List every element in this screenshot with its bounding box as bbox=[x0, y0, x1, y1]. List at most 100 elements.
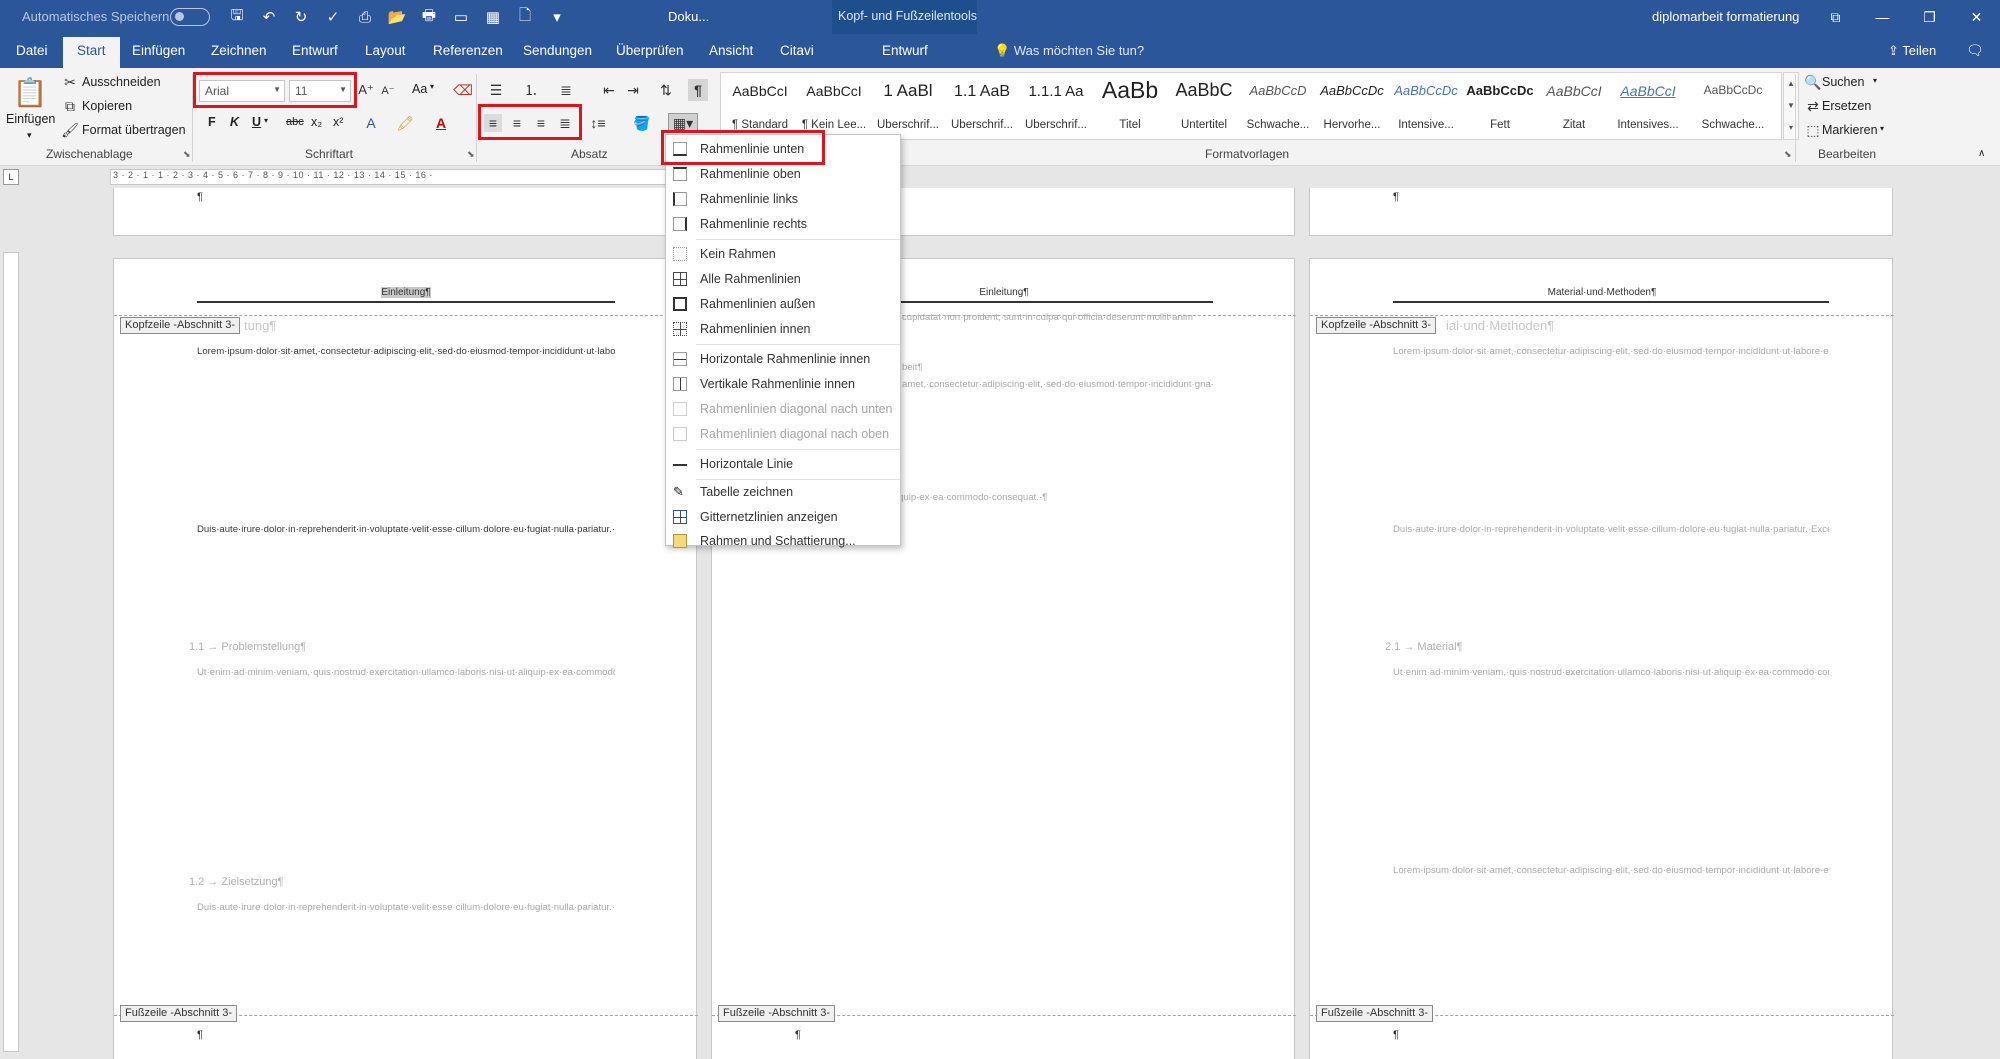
tab-ueberpruefen[interactable]: Überprüfen bbox=[616, 43, 684, 58]
tab-selector[interactable]: L bbox=[3, 169, 19, 185]
style-schwache-hervorhebung[interactable]: AaBbCcD Schwache... bbox=[1241, 73, 1315, 139]
styles-launcher-icon[interactable]: ⬊ bbox=[1784, 149, 1792, 160]
paste-icon[interactable]: 📋 bbox=[12, 74, 48, 110]
header-title[interactable]: Material·und·Methoden¶ bbox=[1310, 287, 1894, 298]
ribbon-display-icon[interactable]: ⧉ bbox=[1812, 0, 1859, 34]
style-fett[interactable]: AaBbCcDc Fett bbox=[1463, 73, 1537, 139]
superscript-button[interactable]: x² bbox=[333, 115, 343, 129]
style-intensive-hervorhebung[interactable]: AaBbCcDc Intensive... bbox=[1389, 73, 1463, 139]
undo-icon[interactable]: ↶ bbox=[257, 6, 281, 28]
tell-me-search[interactable]: 💡 Was möchten Sie tun? bbox=[994, 43, 1144, 59]
restore-icon[interactable]: ❐ bbox=[1906, 0, 1953, 34]
menu-item-left-border[interactable]: Rahmenlinie links bbox=[666, 187, 900, 212]
page-previous-left[interactable]: ¶ bbox=[113, 188, 697, 236]
qat-customize-icon[interactable]: ▾ bbox=[545, 6, 569, 28]
spellcheck-icon[interactable]: ✓ bbox=[321, 6, 345, 28]
body-paragraph[interactable]: Duis·aute·irure·dolor·in·reprehenderit·i… bbox=[197, 521, 615, 596]
underline-button[interactable]: U bbox=[252, 115, 261, 129]
menu-item-inside-vertical[interactable]: Vertikale Rahmenlinie innen bbox=[666, 372, 900, 397]
style-schwacher-verweis[interactable]: AaBbCcDc Schwache... bbox=[1685, 73, 1781, 139]
style-zitat[interactable]: AaBbCcI Zitat bbox=[1537, 73, 1611, 139]
collapse-ribbon-icon[interactable]: ∧ bbox=[1978, 148, 1985, 159]
format-painter-button[interactable]: Format übertragen bbox=[82, 123, 186, 137]
menu-item-all-borders[interactable]: Alle Rahmenlinien bbox=[666, 267, 900, 292]
style-heading-2[interactable]: 1.1 AaB Überschrif... bbox=[945, 73, 1019, 139]
autosave-toggle[interactable] bbox=[170, 8, 210, 26]
style-heading-3[interactable]: 1.1.1 Aa Überschrif... bbox=[1019, 73, 1093, 139]
numbering-icon[interactable]: ⒈ bbox=[522, 81, 540, 99]
text-effects-icon[interactable]: A bbox=[362, 114, 380, 132]
body-paragraph[interactable]: Duis·aute·irure·dolor·in·reprehenderit·i… bbox=[197, 899, 615, 993]
font-color-icon[interactable]: A bbox=[432, 114, 450, 132]
page-previous-right[interactable]: ¶ bbox=[1309, 188, 1893, 236]
comments-icon[interactable]: 🗨 bbox=[1966, 42, 1984, 59]
table-icon[interactable]: ▦ bbox=[481, 6, 505, 28]
body-paragraph[interactable]: Ut·enim·ad·minim·veniam,·quis·nostrud·ex… bbox=[197, 664, 615, 814]
menu-item-inside-borders[interactable]: Rahmenlinien innen bbox=[666, 317, 900, 342]
show-formatting-marks-icon[interactable]: ¶ bbox=[688, 79, 708, 101]
tab-einfuegen[interactable]: Einfügen bbox=[132, 43, 185, 58]
line-spacing-icon[interactable]: ↕≡ bbox=[588, 114, 608, 132]
layout-icon[interactable]: ▭ bbox=[449, 6, 473, 28]
print-preview-icon[interactable]: ⎙ bbox=[353, 6, 377, 28]
save-icon[interactable]: 🖫 bbox=[225, 6, 249, 28]
vertical-ruler[interactable] bbox=[3, 252, 19, 1052]
strikethrough-button[interactable]: abc bbox=[286, 116, 304, 128]
print-icon[interactable]: 🖶 bbox=[417, 6, 441, 28]
body-paragraph[interactable]: Lorem·ipsum·dolor·sit·amet,·consectetur·… bbox=[1393, 862, 1829, 994]
replace-button[interactable]: Ersetzen bbox=[1822, 99, 1871, 113]
select-button[interactable]: Markieren bbox=[1822, 123, 1878, 137]
style-titel[interactable]: AaBb Titel bbox=[1093, 73, 1167, 139]
cut-button[interactable]: Ausschneiden bbox=[82, 75, 161, 89]
decrease-indent-icon[interactable]: ⇤ bbox=[600, 81, 618, 99]
clear-formatting-icon[interactable]: ⌫ bbox=[453, 81, 473, 99]
menu-item-right-border[interactable]: Rahmenlinie rechts bbox=[666, 212, 900, 237]
tab-zeichnen[interactable]: Zeichnen bbox=[211, 43, 267, 58]
find-chevron-icon[interactable]: ▾ bbox=[1873, 76, 1877, 85]
copy-button[interactable]: Kopieren bbox=[82, 99, 132, 113]
menu-item-view-gridlines[interactable]: Gitternetzlinien anzeigen bbox=[666, 505, 900, 530]
subheading-material[interactable]: 2.1 → Material¶ bbox=[1385, 641, 1462, 653]
underline-chevron-icon[interactable]: ▾ bbox=[264, 116, 268, 125]
share-button[interactable]: ⇪ Teilen bbox=[1888, 43, 1936, 59]
find-button[interactable]: Suchen bbox=[1822, 75, 1864, 89]
bullets-icon[interactable]: ☰ bbox=[487, 81, 505, 99]
style-hervorhebung[interactable]: AaBbCcDc Hervorhe... bbox=[1315, 73, 1389, 139]
body-paragraph[interactable]: Ut·enim·ad·minim·veniam,·quis·nostrud·ex… bbox=[1393, 664, 1829, 814]
close-icon[interactable]: ✕ bbox=[1953, 0, 2000, 34]
paste-dropdown-icon[interactable]: ▾ bbox=[27, 130, 32, 141]
menu-item-horizontal-line[interactable]: Horizontale Linie bbox=[666, 452, 900, 477]
minimize-icon[interactable]: — bbox=[1859, 0, 1906, 34]
body-fragment[interactable]: cupidatat·non·proident,·sunt·in·culpa·qu… bbox=[902, 309, 1296, 329]
horizontal-ruler[interactable]: 3 · 2 · 1 · 1 · 2 · 3 · 4 · 5 · 6 · 7 · … bbox=[110, 169, 666, 185]
grow-font-icon[interactable]: A⁺ bbox=[358, 81, 374, 99]
subscript-button[interactable]: x₂ bbox=[311, 115, 322, 129]
tab-referenzen[interactable]: Referenzen bbox=[433, 43, 503, 58]
subheading-zielsetzung[interactable]: 1.2 → Zielsetzung¶ bbox=[189, 876, 284, 888]
menu-item-outside-borders[interactable]: Rahmenlinien außen bbox=[666, 292, 900, 317]
multilevel-list-icon[interactable]: ≣ bbox=[557, 81, 575, 99]
page-right[interactable]: Material·und·Methoden¶ Kopfzeile -Abschn… bbox=[1309, 258, 1894, 1059]
shrink-font-icon[interactable]: A⁻ bbox=[380, 81, 396, 99]
tab-ansicht[interactable]: Ansicht bbox=[709, 43, 753, 58]
style-untertitel[interactable]: AaBbC Untertitel bbox=[1167, 73, 1241, 139]
menu-item-no-border[interactable]: Kein Rahmen bbox=[666, 242, 900, 267]
italic-button[interactable]: K bbox=[230, 115, 239, 129]
change-case-button[interactable]: Aa bbox=[412, 82, 427, 96]
tab-entwurf[interactable]: Entwurf bbox=[292, 43, 338, 58]
menu-item-top-border[interactable]: Rahmenlinie oben bbox=[666, 162, 900, 187]
body-paragraph[interactable]: Lorem·ipsum·dolor·sit·amet,·consectetur·… bbox=[1393, 343, 1829, 493]
subheading-problemstellung[interactable]: 1.1 → Problemstellung¶ bbox=[189, 641, 306, 653]
redo-icon[interactable]: ↻ bbox=[289, 6, 313, 28]
style-heading-1[interactable]: 1 AaBl Überschrif... bbox=[871, 73, 945, 139]
header-title[interactable]: Einleitung¶ bbox=[114, 287, 698, 298]
tab-sendungen[interactable]: Sendungen bbox=[523, 43, 592, 58]
menu-item-borders-and-shading[interactable]: Rahmen und Schattierung... bbox=[666, 529, 900, 554]
body-paragraph[interactable]: Lorem·ipsum·dolor·sit·amet,·consectetur·… bbox=[197, 343, 615, 493]
tab-datei[interactable]: Datei bbox=[16, 43, 48, 58]
shading-icon[interactable]: 🪣 bbox=[632, 114, 652, 132]
font-launcher-icon[interactable]: ⬊ bbox=[467, 149, 475, 160]
bold-button[interactable]: F bbox=[208, 115, 216, 129]
body-fragment[interactable]: amet,·consectetur·adipiscing·elit,·sed·d… bbox=[902, 376, 1213, 490]
tab-entwurf-header-footer[interactable]: Entwurf bbox=[882, 43, 928, 58]
